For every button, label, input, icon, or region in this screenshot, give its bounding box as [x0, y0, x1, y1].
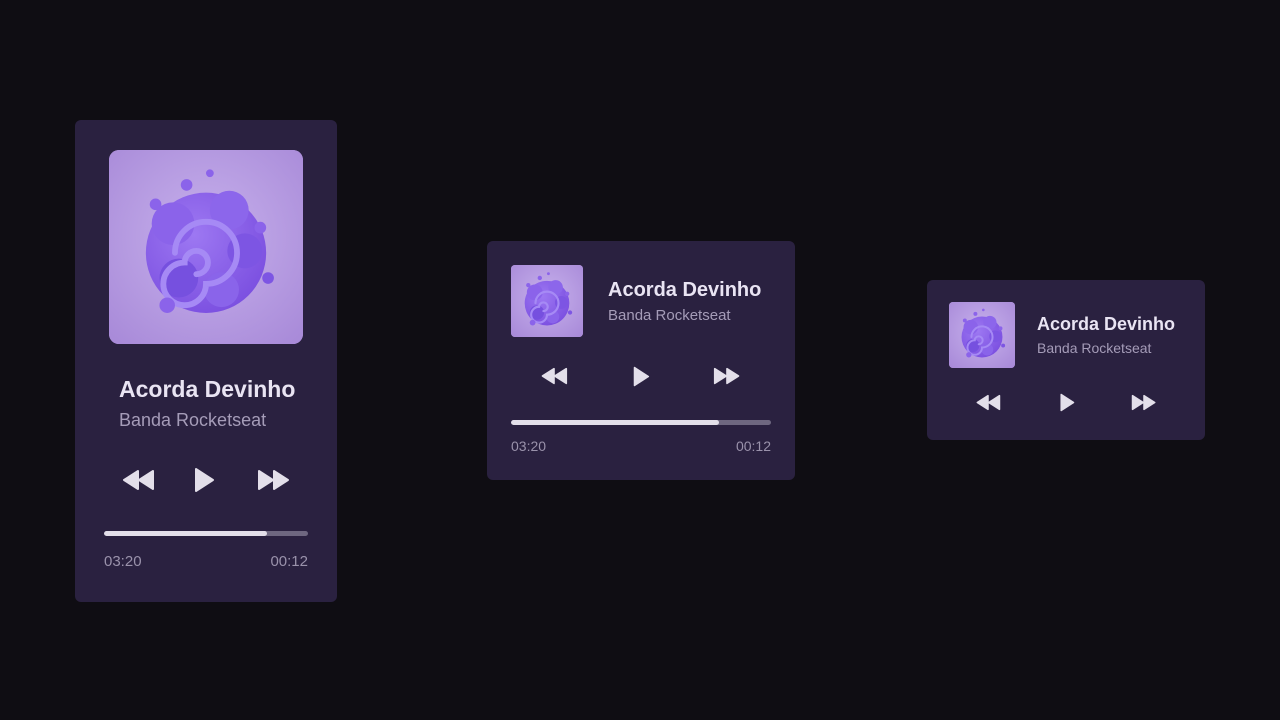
fast-forward-button[interactable]	[255, 464, 293, 496]
artist-name: Banda Rocketseat	[119, 410, 267, 430]
album-cover	[949, 302, 1015, 368]
fast-forward-icon	[1131, 394, 1156, 410]
fast-forward-button[interactable]	[712, 362, 742, 390]
music-player-vertical: Acorda Devinho Banda Rocketseat 03:20 00…	[75, 120, 337, 602]
play-icon	[633, 366, 650, 386]
fast-forward-button[interactable]	[1130, 389, 1158, 415]
album-cover	[109, 150, 303, 344]
song-title: Acorda Devinho	[1037, 314, 1176, 334]
play-button[interactable]	[627, 362, 655, 390]
time-remaining: 00:12	[270, 553, 308, 570]
rewind-icon	[976, 394, 1001, 410]
rewind-icon	[123, 470, 154, 490]
time-elapsed: 03:20	[511, 438, 547, 454]
fast-forward-icon	[713, 367, 740, 385]
rewind-button[interactable]	[539, 362, 569, 390]
progress-bar[interactable]	[104, 531, 308, 536]
music-player-medium: Acorda Devinho Banda Rocketseat 03:20 00…	[487, 241, 795, 480]
progress-bar[interactable]	[511, 420, 771, 425]
music-player-compact: Acorda Devinho Banda Rocketseat	[927, 280, 1205, 440]
progress-fill	[104, 531, 268, 536]
rewind-icon	[541, 367, 568, 385]
time-remaining: 00:12	[735, 438, 771, 454]
rewind-button[interactable]	[974, 389, 1002, 415]
rewind-button[interactable]	[119, 464, 157, 496]
song-title: Acorda Devinho	[119, 376, 296, 402]
play-icon	[195, 468, 214, 492]
album-cover	[511, 265, 583, 337]
time-elapsed: 03:20	[104, 553, 142, 570]
song-title: Acorda Devinho	[608, 279, 762, 301]
progress-fill	[511, 420, 719, 425]
fast-forward-icon	[258, 470, 289, 490]
play-button[interactable]	[1054, 389, 1080, 415]
play-button[interactable]	[188, 464, 220, 496]
artist-name: Banda Rocketseat	[1037, 340, 1152, 356]
play-icon	[1060, 393, 1075, 411]
artist-name: Banda Rocketseat	[608, 307, 731, 324]
